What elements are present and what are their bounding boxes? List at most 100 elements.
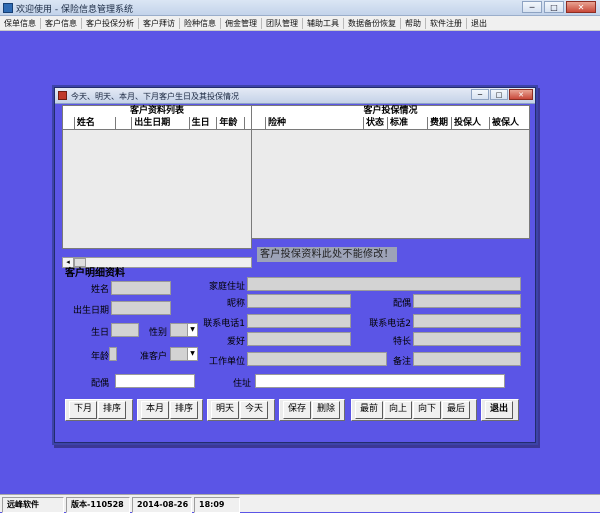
last-record-button[interactable]: 最后 <box>442 401 471 419</box>
age-field[interactable] <box>109 347 117 361</box>
col-name[interactable]: 姓名 <box>75 117 117 129</box>
address-field[interactable] <box>255 374 505 388</box>
dialog-maximize-button[interactable]: □ <box>490 89 508 100</box>
delete-button[interactable]: 删除 <box>312 401 341 419</box>
main-title-bar: 欢迎使用 - 保险信息管理系统 ─ □ ✕ <box>0 0 600 16</box>
dialog-title: 今天、明天、本月、下月客户生日及其投保情况 <box>71 92 239 101</box>
dialog-minimize-button[interactable]: ─ <box>471 89 489 100</box>
exit-group: 退出 <box>481 399 519 421</box>
label-birthday: 生日 <box>90 328 109 338</box>
menu-policy-info[interactable]: 保单信息 <box>0 16 40 31</box>
navigation-group: 最前 向上 向下 最后 <box>351 399 477 421</box>
policy-list-grid[interactable]: 客户投保情况 险种 状态 标准 费期 投保人 被保人 <box>251 105 530 239</box>
menu-help[interactable]: 帮助 <box>401 16 425 31</box>
remark-field[interactable] <box>413 352 521 366</box>
row-indicator-col <box>252 117 266 129</box>
status-date: 2014-08-26 <box>132 497 192 513</box>
chevron-down-icon[interactable]: ▼ <box>187 348 197 360</box>
col-blank <box>116 117 133 129</box>
col-status[interactable]: 状态 <box>364 117 388 129</box>
col-birthdate[interactable]: 出生日期 <box>132 117 190 129</box>
menu-tools[interactable]: 辅助工具 <box>303 16 343 31</box>
birthday-dialog: 今天、明天、本月、下月客户生日及其投保情况 ─ □ ✕ 客户资料列表 姓名 出生… <box>54 87 536 443</box>
sort-button[interactable]: 排序 <box>98 401 127 419</box>
exit-button[interactable]: 退出 <box>485 401 514 419</box>
menu-team[interactable]: 团队管理 <box>262 16 302 31</box>
label-remark: 备注 <box>392 357 411 367</box>
this-month-button[interactable]: 本月 <box>141 401 170 419</box>
work-unit-field[interactable] <box>247 352 387 366</box>
readonly-notice: 客户投保资料此处不能修改！ <box>257 247 397 262</box>
label-home-address: 家庭住址 <box>208 282 245 292</box>
edit-group: 保存 删除 <box>279 399 345 421</box>
label-prospect: 准客户 <box>139 352 167 362</box>
policy-list-body[interactable] <box>252 130 529 238</box>
today-button[interactable]: 今天 <box>240 401 269 419</box>
menu-bar: 保单信息 客户信息 客户投保分析 客户拜访 险种信息 佣金管理 团队管理 辅助工… <box>0 16 600 31</box>
birthdate-field[interactable] <box>111 301 171 315</box>
home-address-field[interactable] <box>247 277 521 291</box>
customer-detail-title: 客户明细资料 <box>65 268 125 279</box>
status-time: 18:09 <box>194 497 240 513</box>
app-icon <box>3 3 13 13</box>
label-phone2: 联系电话2 <box>369 319 411 329</box>
day-group: 明天 今天 <box>207 399 275 421</box>
menu-customer-analysis[interactable]: 客户投保分析 <box>82 16 138 31</box>
label-hobby: 爱好 <box>226 337 245 347</box>
dialog-title-bar: 今天、明天、本月、下月客户生日及其投保情况 ─ □ ✕ <box>55 88 535 104</box>
menu-commission[interactable]: 佣金管理 <box>221 16 261 31</box>
label-birthdate: 出生日期 <box>72 306 109 316</box>
specialty-field[interactable] <box>413 332 521 346</box>
col-standard[interactable]: 标准 <box>388 117 428 129</box>
spouse-field[interactable] <box>413 294 521 308</box>
status-bar: 远峰软件 版本-110528 2014-08-26 18:09 <box>0 494 600 513</box>
first-record-button[interactable]: 最前 <box>355 401 384 419</box>
hobby-field[interactable] <box>247 332 351 346</box>
minimize-button[interactable]: ─ <box>522 1 542 13</box>
main-window-title: 欢迎使用 - 保险信息管理系统 <box>16 5 133 15</box>
dialog-close-button[interactable]: ✕ <box>509 89 533 100</box>
phone1-field[interactable] <box>247 314 351 328</box>
label-name: 姓名 <box>90 285 109 295</box>
next-month-group: 下月 排序 <box>65 399 133 421</box>
prospect-select[interactable]: ▼ <box>170 347 198 361</box>
save-button[interactable]: 保存 <box>283 401 312 419</box>
customer-list-grid[interactable]: 客户资料列表 姓名 出生日期 生日 年龄 <box>62 105 252 249</box>
label-spouse: 配偶 <box>392 299 411 309</box>
row-indicator-col <box>63 117 75 129</box>
nickname-field[interactable] <box>247 294 351 308</box>
previous-record-button[interactable]: 向上 <box>384 401 413 419</box>
col-birthday[interactable]: 生日 <box>190 117 218 129</box>
next-month-button[interactable]: 下月 <box>69 401 98 419</box>
col-fee-period[interactable]: 费期 <box>428 117 452 129</box>
phone2-field[interactable] <box>413 314 521 328</box>
menu-customer-info[interactable]: 客户信息 <box>41 16 81 31</box>
next-record-button[interactable]: 向下 <box>413 401 442 419</box>
gender-select[interactable]: ▼ <box>170 323 198 337</box>
menu-register[interactable]: 软件注册 <box>426 16 466 31</box>
menu-customer-visit[interactable]: 客户拜访 <box>139 16 179 31</box>
col-insurance-type[interactable]: 险种 <box>266 117 364 129</box>
menu-backup[interactable]: 数据备份恢复 <box>344 16 400 31</box>
col-insured[interactable]: 被保人 <box>490 117 529 129</box>
status-company: 远峰软件 <box>2 497 64 513</box>
sort-button[interactable]: 排序 <box>170 401 199 419</box>
col-age[interactable]: 年龄 <box>217 117 246 129</box>
maximize-button[interactable]: □ <box>544 1 564 13</box>
name-field[interactable] <box>111 281 171 295</box>
menu-exit[interactable]: 退出 <box>467 16 491 31</box>
this-month-group: 本月 排序 <box>137 399 203 421</box>
col-policy-holder[interactable]: 投保人 <box>452 117 490 129</box>
menu-insurance-types[interactable]: 险种信息 <box>180 16 220 31</box>
label-age: 年龄 <box>90 352 109 362</box>
label-nickname: 昵称 <box>226 299 245 309</box>
label-specialty: 特长 <box>392 337 411 347</box>
status-version: 版本-110528 <box>66 497 130 513</box>
customer-list-body[interactable] <box>63 130 251 248</box>
spouse2-field[interactable] <box>115 374 195 388</box>
birthday-field[interactable] <box>111 323 139 337</box>
tomorrow-button[interactable]: 明天 <box>211 401 240 419</box>
label-address: 住址 <box>232 379 251 389</box>
close-button[interactable]: ✕ <box>566 1 596 13</box>
dialog-icon <box>58 91 67 100</box>
